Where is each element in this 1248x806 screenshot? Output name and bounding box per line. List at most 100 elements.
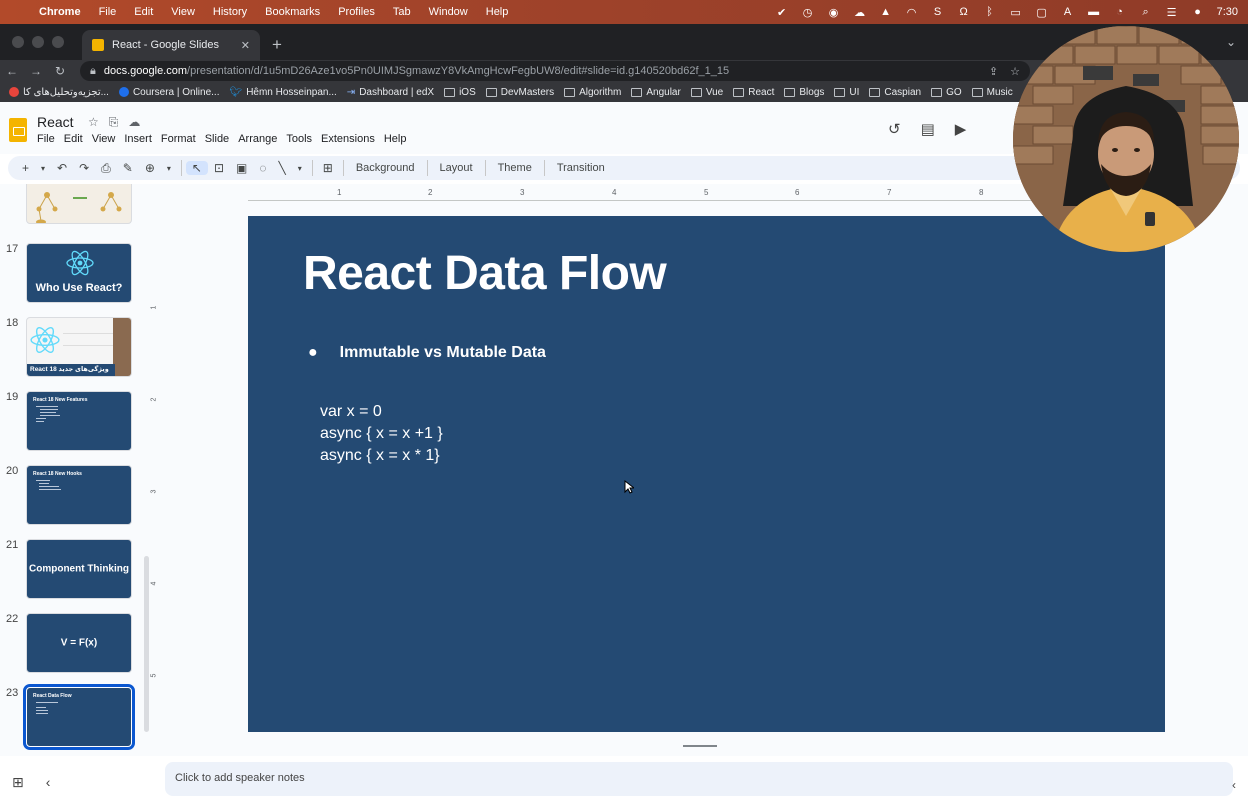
- menu-edit[interactable]: Edit: [125, 6, 162, 18]
- docs-menu-format[interactable]: Format: [161, 133, 201, 145]
- docs-menu-slide[interactable]: Slide: [205, 133, 234, 145]
- grid-view-icon[interactable]: ⊞: [12, 774, 24, 791]
- cloud-saved-icon[interactable]: ☁: [128, 115, 140, 130]
- bookmark-folder[interactable]: DevMasters: [481, 87, 559, 98]
- line-icon[interactable]: ╲: [273, 161, 292, 175]
- docs-menu-edit[interactable]: Edit: [64, 133, 88, 145]
- filmstrip-slide-23[interactable]: 23 React Data Flow: [0, 684, 140, 750]
- close-tab-icon[interactable]: ✕: [241, 39, 250, 52]
- notes-resize-handle[interactable]: [683, 745, 717, 747]
- url-input[interactable]: 🔒︎ docs.google.com/presentation/d/1u5mD2…: [80, 61, 1030, 81]
- redo-icon[interactable]: ↷: [73, 161, 95, 175]
- docs-menu-view[interactable]: View: [92, 133, 121, 145]
- paint-format-icon[interactable]: ✎: [117, 161, 139, 175]
- new-tab-button[interactable]: +: [260, 30, 294, 60]
- select-cursor-icon[interactable]: ↖: [185, 161, 208, 175]
- shape-icon[interactable]: ◌: [253, 161, 272, 175]
- filmstrip-slide-17[interactable]: 17 Who Use React?: [0, 243, 140, 305]
- comments-icon[interactable]: ▤: [921, 120, 935, 138]
- insert-comment-icon[interactable]: ⊞: [317, 161, 339, 175]
- status-compass-icon[interactable]: ◉: [821, 4, 847, 20]
- close-window-button[interactable]: [12, 36, 24, 48]
- slide-title[interactable]: React Data Flow: [303, 246, 667, 301]
- slide-code-block[interactable]: var x = 0 async { x = x +1 } async { x =…: [320, 401, 443, 467]
- current-slide[interactable]: React Data Flow ● Immutable vs Mutable D…: [248, 216, 1165, 732]
- bookmark-folder[interactable]: Caspian: [864, 87, 926, 98]
- slide-thumbnail-selected[interactable]: React Data Flow: [23, 684, 135, 750]
- bookmark-folder[interactable]: Vue: [686, 87, 728, 98]
- background-button[interactable]: Background: [348, 162, 423, 174]
- docs-menu-file[interactable]: File: [37, 133, 60, 145]
- bookmark-folder[interactable]: iOS: [439, 87, 481, 98]
- undo-icon[interactable]: ↶: [51, 161, 73, 175]
- new-slide-plus-icon[interactable]: +: [16, 161, 35, 175]
- filmstrip-scrollbar[interactable]: [144, 556, 149, 732]
- status-cloud-icon[interactable]: ☁: [847, 4, 873, 20]
- filmstrip-slide-21[interactable]: 21 Component Thinking: [0, 539, 140, 601]
- zoom-dropdown-icon[interactable]: ▾: [161, 164, 177, 173]
- back-button[interactable]: ←: [0, 64, 24, 78]
- document-title[interactable]: React: [37, 114, 74, 130]
- search-icon[interactable]: ⌕: [1133, 4, 1159, 20]
- docs-menu-insert[interactable]: Insert: [124, 133, 157, 145]
- slide-thumbnail[interactable]: Who Use React?: [26, 243, 132, 303]
- image-icon[interactable]: ▣: [230, 161, 253, 175]
- bookmark-item[interactable]: 🐦︎ Hêmn Hosseinpan...: [224, 87, 341, 98]
- control-center-icon[interactable]: ☰: [1159, 4, 1185, 20]
- text-box-icon[interactable]: ⊡: [208, 161, 230, 175]
- filmstrip-slide-18[interactable]: 18 React 18 ویژگی‌های جدید: [0, 317, 140, 379]
- reload-button[interactable]: ↻: [48, 64, 72, 78]
- wifi-icon[interactable]: ◔: [1107, 4, 1133, 20]
- lock-icon[interactable]: 🔒︎: [90, 65, 96, 78]
- filmstrip-slide-19[interactable]: 19 React 18 New Features: [0, 391, 140, 453]
- forward-button[interactable]: →: [24, 64, 48, 78]
- menu-bookmarks[interactable]: Bookmarks: [256, 6, 329, 18]
- menu-app-name[interactable]: Chrome: [30, 6, 90, 18]
- zoom-icon[interactable]: ⊕: [139, 161, 161, 175]
- filmstrip-slide-20[interactable]: 20 React 18 New Hooks: [0, 465, 140, 527]
- theme-button[interactable]: Theme: [490, 162, 540, 174]
- transition-button[interactable]: Transition: [549, 162, 613, 174]
- filmstrip-slide-22[interactable]: 22 V = F(x): [0, 613, 140, 675]
- menu-profiles[interactable]: Profiles: [329, 6, 384, 18]
- meet-video-icon[interactable]: ▶: [955, 120, 967, 138]
- clock[interactable]: 7:30: [1211, 6, 1238, 18]
- headphones-icon[interactable]: Ω: [951, 4, 977, 20]
- menu-tab[interactable]: Tab: [384, 6, 420, 18]
- version-history-icon[interactable]: ↺: [888, 120, 901, 138]
- menu-file[interactable]: File: [90, 6, 126, 18]
- move-folder-icon[interactable]: ⎘: [109, 115, 119, 130]
- vertical-ruler[interactable]: 1 2 3 4 5: [150, 216, 162, 732]
- zoom-window-button[interactable]: [52, 36, 64, 48]
- menu-history[interactable]: History: [204, 6, 256, 18]
- menu-view[interactable]: View: [162, 6, 204, 18]
- battery-icon[interactable]: ▭: [1003, 4, 1029, 20]
- menu-help[interactable]: Help: [477, 6, 518, 18]
- bookmark-item[interactable]: ⇥ Dashboard | edX: [342, 87, 439, 98]
- slides-logo-icon[interactable]: [9, 118, 27, 142]
- layout-button[interactable]: Layout: [432, 162, 481, 174]
- docs-menu-tools[interactable]: Tools: [286, 133, 317, 145]
- siri-icon[interactable]: ●: [1185, 4, 1211, 20]
- docs-menu-help[interactable]: Help: [384, 133, 412, 145]
- collapse-filmstrip-icon[interactable]: ‹: [46, 774, 51, 791]
- status-cone-icon[interactable]: ▲: [873, 4, 899, 20]
- bookmark-folder[interactable]: Music: [967, 87, 1018, 98]
- display-icon[interactable]: ▢: [1029, 4, 1055, 20]
- speaker-notes-field[interactable]: Click to add speaker notes: [165, 762, 1233, 796]
- slide-thumbnail[interactable]: React 18 New Hooks: [26, 465, 132, 525]
- show-side-panel-icon[interactable]: ‹: [1232, 778, 1236, 792]
- print-icon[interactable]: ⎙: [95, 161, 117, 176]
- slide-bullet[interactable]: ● Immutable vs Mutable Data: [308, 344, 546, 362]
- browser-tab[interactable]: React - Google Slides ✕: [82, 30, 260, 60]
- menu-window[interactable]: Window: [420, 6, 477, 18]
- slide-thumbnail[interactable]: V = F(x): [26, 613, 132, 673]
- docs-menu-extensions[interactable]: Extensions: [321, 133, 380, 145]
- bluetooth-icon[interactable]: ᛒ: [977, 4, 1003, 20]
- slide-thumbnail[interactable]: React 18 New Features: [26, 391, 132, 451]
- bookmark-star-icon[interactable]: ☆: [1010, 65, 1020, 78]
- share-icon[interactable]: ⇪: [989, 65, 998, 78]
- bookmark-item[interactable]: تجزیه‌وتحلیل‌های کا...: [4, 87, 114, 98]
- keyboard-icon[interactable]: ▬: [1081, 4, 1107, 20]
- bookmark-folder[interactable]: React: [728, 87, 779, 98]
